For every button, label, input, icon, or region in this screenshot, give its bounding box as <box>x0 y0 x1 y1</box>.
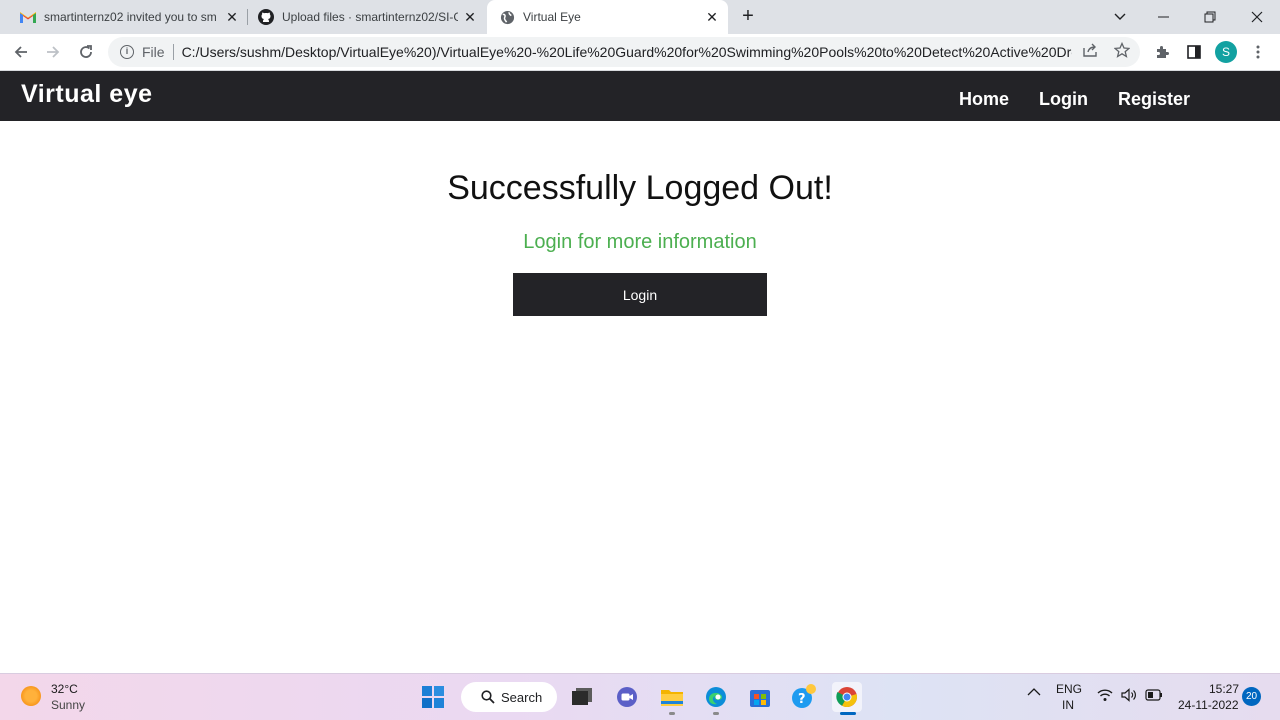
app-running-indicator <box>669 712 675 715</box>
address-bar[interactable]: i File C:/Users/sushm/Desktop/VirtualEye… <box>108 37 1140 67</box>
site-navbar: Virtual eye Home Login Register <box>0 71 1280 121</box>
notification-badge[interactable]: 20 <box>1242 687 1261 706</box>
browser-tabstrip: smartinternz02 invited you to sm ✕ Uploa… <box>0 0 1280 34</box>
search-icon <box>481 690 495 704</box>
tab-title: Virtual Eye <box>523 10 581 24</box>
close-tab-icon[interactable]: ✕ <box>462 9 478 25</box>
globe-icon <box>499 9 515 25</box>
restore-icon[interactable] <box>1190 0 1230 34</box>
close-window-icon[interactable] <box>1237 0 1277 34</box>
app-running-indicator <box>713 712 719 715</box>
weather-temp[interactable]: 32°C <box>51 682 78 696</box>
profile-initial: S <box>1215 41 1237 63</box>
bookmark-star-icon[interactable] <box>1112 40 1132 60</box>
github-icon <box>258 9 274 25</box>
nav-login-link[interactable]: Login <box>1039 89 1088 110</box>
nav-register-link[interactable]: Register <box>1118 89 1190 110</box>
tab-title: smartinternz02 invited you to sm <box>44 10 217 24</box>
tab-github[interactable]: Upload files · smartinternz02/SI-G ✕ <box>248 0 486 34</box>
gmail-icon <box>20 9 36 25</box>
wifi-icon[interactable] <box>1097 688 1113 705</box>
tab-title: Upload files · smartinternz02/SI-G <box>282 10 458 24</box>
login-button[interactable]: Login <box>513 273 767 316</box>
svg-text:?: ? <box>798 692 806 707</box>
search-label: Search <box>501 689 543 705</box>
url-text[interactable]: C:/Users/sushm/Desktop/VirtualEye%20)/Vi… <box>182 44 1072 60</box>
scheme-label: File <box>142 44 165 60</box>
chrome-icon[interactable] <box>832 682 862 712</box>
start-icon[interactable] <box>418 682 448 712</box>
close-tab-icon[interactable]: ✕ <box>224 9 240 25</box>
teams-chat-icon[interactable] <box>612 682 642 712</box>
show-hidden-icons-icon[interactable] <box>1027 686 1041 700</box>
page-subtitle: Login for more information <box>523 231 757 253</box>
weather-condition[interactable]: Sunny <box>51 698 85 712</box>
share-icon[interactable] <box>1080 40 1100 60</box>
store-icon[interactable] <box>745 682 775 712</box>
forward-icon[interactable] <box>41 40 65 64</box>
profile-avatar[interactable]: S <box>1214 40 1238 64</box>
battery-icon[interactable] <box>1145 689 1163 704</box>
side-panel-icon[interactable] <box>1182 40 1206 64</box>
extensions-icon[interactable] <box>1150 40 1174 64</box>
clock-time[interactable]: 15:27 <box>1209 682 1239 696</box>
tab-search-icon[interactable] <box>1100 0 1140 34</box>
back-icon[interactable] <box>9 40 33 64</box>
nav-home-link[interactable]: Home <box>959 89 1009 110</box>
tab-virtual-eye[interactable]: Virtual Eye ✕ <box>487 0 728 34</box>
taskbar-search[interactable]: Search <box>461 682 557 712</box>
task-view-icon[interactable] <box>567 682 597 712</box>
browser-toolbar: i File C:/Users/sushm/Desktop/VirtualEye… <box>0 34 1280 71</box>
input-region[interactable]: IN <box>1062 698 1074 712</box>
sun-icon[interactable] <box>21 686 41 706</box>
app-active-indicator <box>840 712 856 715</box>
page-title: Successfully Logged Out! <box>447 169 833 207</box>
windows-taskbar: 32°C Sunny Search ? ENG IN 15:27 24-11-2… <box>0 673 1280 720</box>
site-info-icon[interactable]: i <box>120 45 134 59</box>
main-content: Successfully Logged Out! Login for more … <box>0 121 1280 673</box>
minimize-icon[interactable] <box>1144 0 1184 34</box>
close-tab-icon[interactable]: ✕ <box>704 9 720 25</box>
input-language[interactable]: ENG <box>1056 682 1082 696</box>
more-menu-icon[interactable] <box>1246 40 1270 64</box>
site-brand[interactable]: Virtual eye <box>21 80 153 109</box>
tab-gmail[interactable]: smartinternz02 invited you to sm ✕ <box>8 0 248 34</box>
volume-icon[interactable] <box>1121 688 1137 705</box>
file-explorer-icon[interactable] <box>657 682 687 712</box>
get-help-icon[interactable]: ? <box>789 682 819 712</box>
edge-icon[interactable] <box>701 682 731 712</box>
omnibox-separator <box>172 44 174 60</box>
clock-date[interactable]: 24-11-2022 <box>1178 698 1239 712</box>
reload-icon[interactable] <box>74 40 98 64</box>
new-tab-button[interactable]: + <box>736 5 760 29</box>
